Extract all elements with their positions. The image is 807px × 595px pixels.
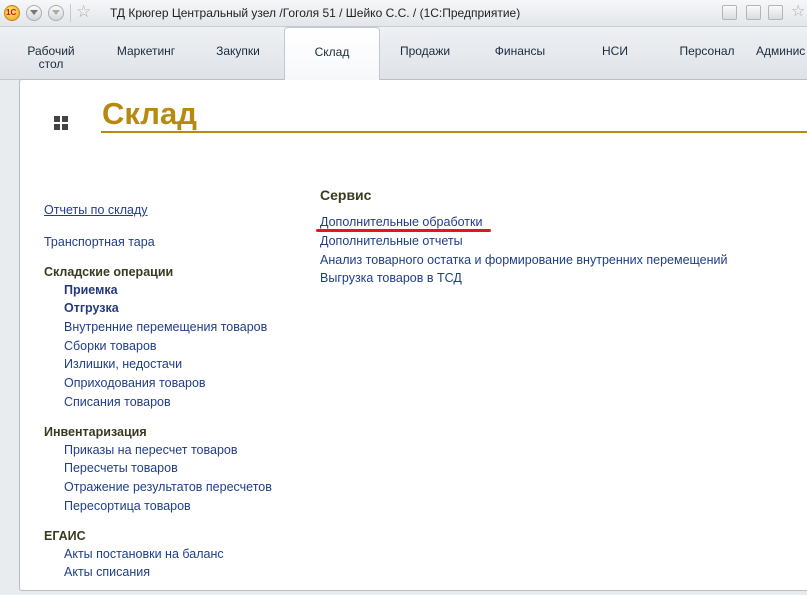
internal-transfers-link[interactable]: Внутренние перемещения товаров	[64, 319, 267, 335]
section-tabs: Рабочий стол Маркетинг Закупки Склад Про…	[0, 27, 807, 80]
toolbar-divider	[70, 4, 71, 22]
surplus-shortage-link[interactable]: Излишки, недостачи	[64, 356, 182, 372]
egais-heading: ЕГАИС	[44, 529, 86, 543]
print-icon[interactable]	[746, 5, 761, 20]
save-icon[interactable]	[722, 5, 737, 20]
warehouse-operations-heading: Складские операции	[44, 265, 174, 279]
additional-processing-link[interactable]: Дополнительные обработки	[320, 214, 482, 230]
tab-warehouse[interactable]: Склад	[284, 27, 380, 80]
tab-marketing[interactable]: Маркетинг	[108, 27, 184, 79]
stock-analysis-link[interactable]: Анализ товарного остатка и формирование …	[320, 252, 728, 268]
additional-reports-link[interactable]: Дополнительные отчеты	[320, 233, 463, 249]
receiving-link[interactable]: Приемка	[64, 282, 118, 298]
tab-nsi[interactable]: НСИ	[590, 27, 640, 79]
back-icon[interactable]	[26, 5, 42, 21]
tab-purchases[interactable]: Закупки	[205, 27, 271, 79]
recount-orders-link[interactable]: Приказы на пересчет товаров	[64, 442, 238, 458]
write-offs-link[interactable]: Списания товаров	[64, 394, 171, 410]
page-title: Склад	[102, 96, 197, 131]
tab-desktop[interactable]: Рабочий стол	[20, 27, 82, 79]
shipment-link[interactable]: Отгрузка	[64, 300, 119, 316]
app-logo-icon[interactable]	[4, 5, 20, 21]
recount-results-link[interactable]: Отражение результатов пересчетов	[64, 479, 272, 495]
tab-sales[interactable]: Продажи	[392, 27, 458, 79]
service-heading: Сервис	[320, 187, 372, 203]
write-off-acts-link[interactable]: Акты списания	[64, 564, 150, 580]
title-bar: ☆ ТД Крюгер Центральный узел /Гоголя 51 …	[0, 0, 807, 27]
tab-personnel[interactable]: Персонал	[672, 27, 742, 79]
title-divider	[101, 131, 807, 133]
section-menu-grid-icon[interactable]	[54, 116, 68, 130]
tab-admin[interactable]: Админис	[756, 27, 807, 79]
reports-link[interactable]: Отчеты по складу	[44, 202, 148, 218]
window-title: ТД Крюгер Центральный узел /Гоголя 51 / …	[110, 6, 521, 20]
highlight-underline	[316, 229, 491, 232]
favorites-star-icon[interactable]: ☆	[76, 3, 91, 21]
transport-container-link[interactable]: Транспортная тара	[44, 234, 155, 250]
recounts-link[interactable]: Пересчеты товаров	[64, 460, 178, 476]
inventory-heading: Инвентаризация	[44, 425, 147, 439]
favorites-star-icon-right[interactable]: ☆	[791, 3, 805, 21]
goods-receipt-link[interactable]: Оприходования товаров	[64, 375, 206, 391]
forward-icon[interactable]	[48, 5, 64, 21]
tab-finance[interactable]: Финансы	[487, 27, 553, 79]
preview-icon[interactable]	[768, 5, 783, 20]
tsd-export-link[interactable]: Выгрузка товаров в ТСД	[320, 270, 462, 286]
regrading-link[interactable]: Пересортица товаров	[64, 498, 191, 514]
content-panel	[19, 79, 807, 591]
assemblies-link[interactable]: Сборки товаров	[64, 338, 157, 354]
balance-acts-link[interactable]: Акты постановки на баланс	[64, 546, 224, 562]
